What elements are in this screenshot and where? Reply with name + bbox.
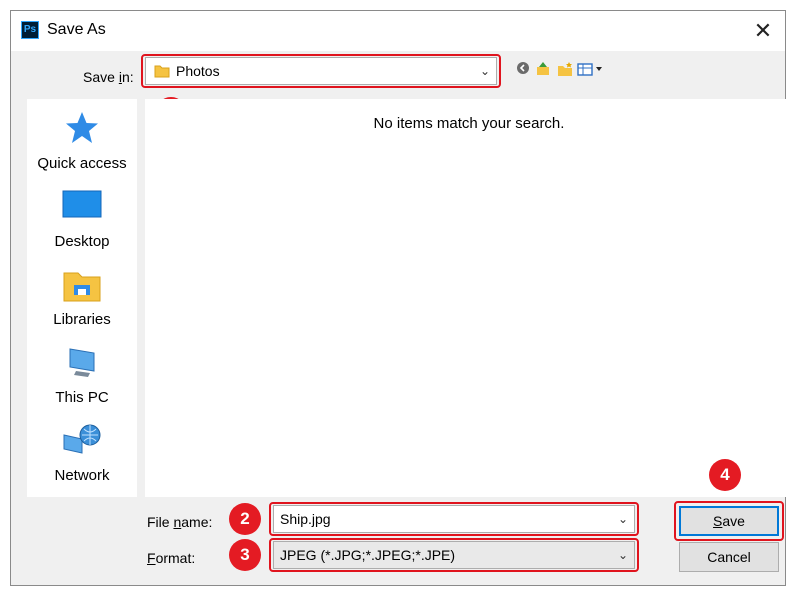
computer-icon — [69, 348, 95, 377]
sidebar-item-quick-access[interactable]: Quick access — [27, 109, 137, 172]
sidebar-item-label: Network — [54, 467, 110, 484]
new-folder-icon[interactable] — [557, 61, 573, 77]
photoshop-app-icon: Ps — [21, 21, 39, 39]
close-icon[interactable]: ✕ — [747, 15, 779, 47]
desktop-icon — [62, 190, 102, 218]
sidebar-item-label: Quick access — [37, 155, 127, 172]
file-name-label: File name: — [147, 514, 213, 530]
highlight-box-save-in — [141, 54, 501, 88]
title-bar: Ps Save As ✕ — [11, 11, 785, 51]
window-title: Save As — [47, 21, 106, 38]
view-menu-icon[interactable] — [577, 61, 605, 77]
highlight-box-save — [674, 501, 784, 541]
sidebar-item-libraries[interactable]: Libraries — [27, 267, 137, 328]
sidebar-item-network[interactable]: Network — [27, 423, 137, 484]
format-label: Format: — [147, 550, 196, 566]
annotation-badge-3: 3 — [229, 539, 261, 571]
file-list-area[interactable]: No items match your search. — [145, 99, 793, 497]
annotation-badge-4: 4 — [709, 459, 741, 491]
highlight-box-file-name — [269, 502, 639, 536]
sidebar-item-label: This PC — [55, 389, 109, 406]
back-icon[interactable] — [515, 61, 531, 77]
save-in-label: Save in: — [83, 69, 134, 85]
save-as-dialog: Ps Save As ✕ Save in: Photos ⌄ 1 Quick a… — [10, 10, 793, 586]
places-sidebar: Quick access Desktop Libraries This PC N… — [27, 99, 137, 497]
sidebar-item-desktop[interactable]: Desktop — [27, 189, 137, 250]
sidebar-item-label: Libraries — [53, 311, 111, 328]
sidebar-item-label: Desktop — [54, 233, 110, 250]
highlight-box-format — [269, 538, 639, 572]
star-icon — [66, 112, 98, 143]
libraries-icon — [63, 272, 101, 302]
sidebar-item-this-pc[interactable]: This PC — [27, 345, 137, 406]
cancel-button[interactable]: Cancel — [679, 542, 779, 572]
up-folder-icon[interactable] — [535, 61, 551, 77]
annotation-badge-2: 2 — [229, 503, 261, 535]
empty-message: No items match your search. — [373, 115, 565, 132]
network-icon — [63, 424, 101, 454]
